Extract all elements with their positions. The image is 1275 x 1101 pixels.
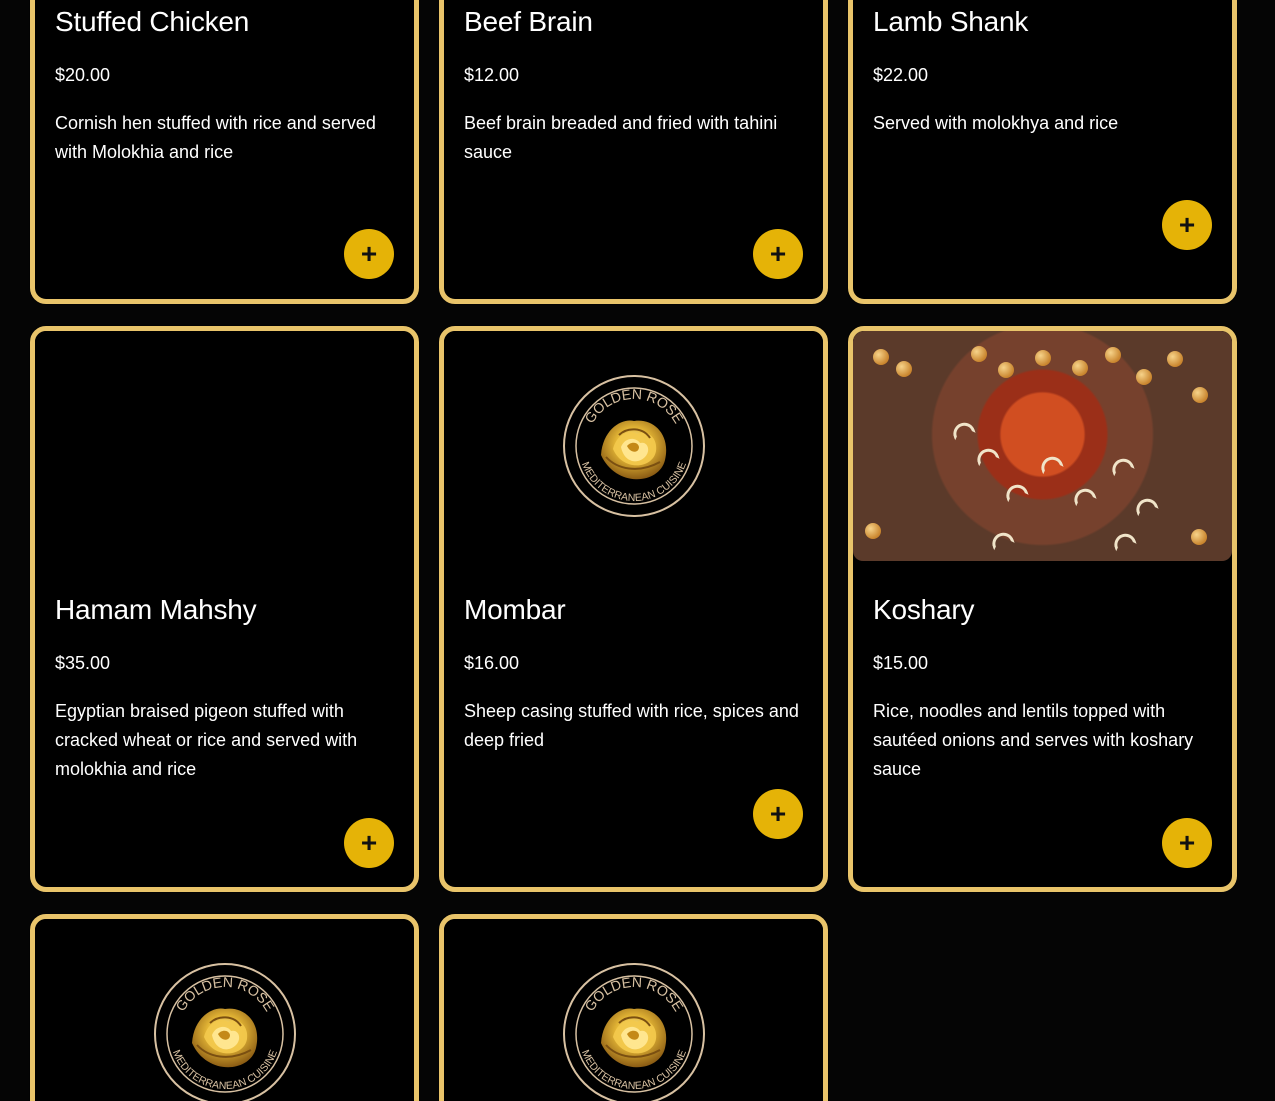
rose-logo-icon: GOLDEN ROSE MEDITERRANEAN CUISINE [153,963,296,1101]
menu-item-price: $20.00 [55,65,111,85]
menu-item-content: Koshary $15.00 Rice, noodles and lentils… [873,591,1212,784]
menu-item-title: Koshary [873,594,975,625]
rose-logo-icon: GOLDEN ROSE MEDITERRANEAN CUISINE [561,961,707,1101]
koshary-photo [853,331,1232,561]
rose-graphic [191,1008,257,1068]
menu-item-price: $35.00 [55,653,111,673]
logo-top-text: GOLDEN ROSE [172,974,278,1014]
menu-item-price: $22.00 [873,65,929,85]
menu-item-description: Sheep casing stuffed with rice, spices a… [464,701,799,750]
menu-item-price: $15.00 [873,653,929,673]
menu-item-description: Cornish hen stuffed with rice and served… [55,113,376,162]
menu-item-title: Beef Brain [464,6,593,37]
menu-item-card: GOLDEN ROSE MEDITERRANEAN CUISINE [439,326,828,892]
menu-item-card: Hamam Mahshy $35.00 Egyptian braised pig… [30,326,419,892]
menu-item-card: GOLDEN ROSE MEDITERRANEAN CUISINE [30,914,419,1101]
menu-item-description: Served with molokhya and rice [873,113,1119,133]
rose-logo-icon: GOLDEN ROSE MEDITERRANEAN CUISINE [561,373,707,519]
rose-graphic [600,420,666,480]
menu-item-content: Hamam Mahshy $35.00 Egyptian braised pig… [55,591,394,784]
add-to-cart-button[interactable]: + [344,818,394,868]
menu-item-card: Stuffed Chicken $20.00 Cornish hen stuff… [30,0,419,304]
logo-top-text: GOLDEN ROSE [581,974,687,1014]
menu-item-image: GOLDEN ROSE MEDITERRANEAN CUISINE [444,331,823,561]
add-to-cart-button[interactable]: + [1162,200,1212,250]
rose-logo-icon: GOLDEN ROSE MEDITERRANEAN CUISINE [562,963,705,1101]
add-to-cart-button[interactable]: + [344,229,394,279]
menu-item-description: Beef brain breaded and fried with tahini… [464,113,778,162]
menu-item-content: Lamb Shank $22.00 Served with molokhya a… [873,3,1212,138]
add-to-cart-button[interactable]: + [753,789,803,839]
menu-grid: Stuffed Chicken $20.00 Cornish hen stuff… [30,0,1240,1101]
menu-item-title: Mombar [464,594,566,625]
menu-item-title: Hamam Mahshy [55,594,257,625]
menu-item-card: GOLDEN ROSE MEDITERRANEAN CUISINE [439,914,828,1101]
menu-item-card: Beef Brain $12.00 Beef brain breaded and… [439,0,828,304]
rose-logo-icon: GOLDEN ROSE MEDITERRANEAN CUISINE [152,961,298,1101]
menu-item-description: Rice, noodles and lentils topped with sa… [873,701,1194,779]
menu-item-title: Lamb Shank [873,6,1029,37]
menu-item-image: GOLDEN ROSE MEDITERRANEAN CUISINE [444,919,823,1101]
menu-viewport: Stuffed Chicken $20.00 Cornish hen stuff… [0,0,1275,1101]
menu-item-content: Stuffed Chicken $20.00 Cornish hen stuff… [55,3,394,167]
add-to-cart-button[interactable]: + [753,229,803,279]
rose-graphic [600,1008,666,1068]
add-to-cart-button[interactable]: + [1162,818,1212,868]
menu-item-image [853,331,1232,561]
menu-item-price: $16.00 [464,653,520,673]
menu-item-image: GOLDEN ROSE MEDITERRANEAN CUISINE [35,919,414,1101]
menu-item-content: Mombar $16.00 Sheep casing stuffed with … [464,591,803,755]
logo-top-text: GOLDEN ROSE [581,386,687,426]
menu-item-description: Egyptian braised pigeon stuffed with cra… [55,701,358,779]
menu-item-price: $12.00 [464,65,520,85]
menu-item-image-placeholder [35,331,414,561]
rose-logo-icon: GOLDEN ROSE MEDITERRANEAN CUISINE [562,375,705,517]
menu-item-card: Koshary $15.00 Rice, noodles and lentils… [848,326,1237,892]
menu-item-card: Lamb Shank $22.00 Served with molokhya a… [848,0,1237,304]
menu-item-title: Stuffed Chicken [55,6,250,37]
menu-item-content: Beef Brain $12.00 Beef brain breaded and… [464,3,803,167]
